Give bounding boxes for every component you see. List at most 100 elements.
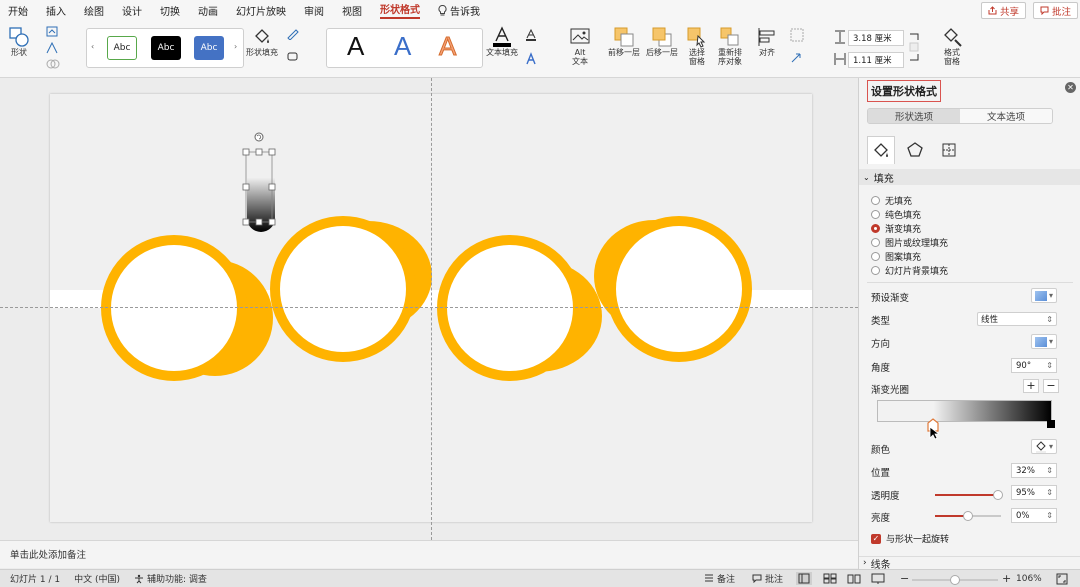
stepper-icon[interactable]: ⇕ — [1046, 361, 1053, 370]
comments-button[interactable]: 批注 — [1033, 2, 1079, 19]
fill-option-background[interactable]: 幻灯片背景填充 — [871, 264, 948, 277]
remove-stop-button[interactable]: − — [1043, 379, 1059, 393]
add-stop-button[interactable]: + — [1023, 379, 1039, 393]
position-input[interactable]: 32% ⇕ — [1011, 463, 1057, 478]
height-input[interactable]: 3.18 厘米 — [848, 30, 904, 46]
vertical-guide[interactable] — [431, 78, 432, 540]
rotate-icon[interactable] — [790, 52, 804, 66]
radio-none[interactable] — [871, 196, 880, 205]
line-section-header[interactable]: › 线条 — [859, 556, 1080, 571]
menu-shape-format[interactable]: 形状格式 — [380, 1, 420, 19]
transparency-slider[interactable] — [935, 490, 1003, 500]
style-abc-black[interactable]: Abc — [151, 36, 181, 60]
bring-forward-button[interactable]: 前移一层 — [608, 26, 640, 57]
brightness-input[interactable]: 0% ⇕ — [1011, 508, 1057, 523]
size-properties-tab[interactable] — [935, 136, 963, 164]
shape-outline-icon[interactable] — [286, 28, 300, 40]
preset-gradient-dropdown[interactable]: ▾ — [1031, 288, 1057, 303]
fill-section-header[interactable]: ⌄ 填充 — [859, 169, 1080, 185]
merge-shapes-icon[interactable] — [46, 58, 60, 70]
fit-slide-icon[interactable] — [1056, 573, 1068, 585]
tab-text-options[interactable]: 文本选项 — [960, 109, 1052, 123]
menu-home[interactable]: 开始 — [8, 3, 28, 18]
fill-line-tab[interactable] — [867, 136, 895, 164]
radio-background[interactable] — [871, 266, 880, 275]
shape-effects-icon[interactable] — [286, 50, 300, 62]
style-abc-outline[interactable]: Abc — [107, 36, 137, 60]
zoom-in-button[interactable]: + — [1002, 572, 1011, 585]
alt-text-button[interactable]: Alt 文本 — [566, 26, 594, 66]
radio-solid[interactable] — [871, 210, 880, 219]
rotate-handle-icon[interactable] — [254, 132, 264, 142]
wordart-blue[interactable]: A — [394, 31, 411, 62]
stepper-icon[interactable]: ⇕ — [1046, 488, 1053, 497]
selection-pane-button[interactable]: 选择 窗格 — [686, 26, 708, 66]
notes-toggle[interactable]: 备注 — [704, 572, 735, 585]
zoom-slider[interactable] — [912, 575, 998, 585]
gradient-stop-end[interactable] — [1046, 419, 1056, 429]
edit-shape-icon[interactable] — [46, 26, 60, 38]
group-icon[interactable] — [790, 28, 804, 42]
gallery-prev-icon[interactable]: ‹ — [91, 42, 94, 51]
fill-option-picture[interactable]: 图片或纹理填充 — [871, 236, 948, 249]
fill-option-gradient[interactable]: 渐变填充 — [871, 222, 921, 235]
stepper-icon[interactable]: ⇕ — [1046, 466, 1053, 475]
notes-pane[interactable]: 单击此处添加备注 — [0, 540, 858, 568]
menu-slideshow[interactable]: 幻灯片放映 — [236, 3, 286, 18]
align-button[interactable]: 对齐 — [756, 26, 778, 57]
share-button[interactable]: 共享 — [981, 2, 1027, 19]
text-fill-button[interactable]: 文本填充 — [486, 26, 518, 57]
menu-animations[interactable]: 动画 — [198, 3, 218, 18]
zoom-level[interactable]: 106% — [1016, 574, 1042, 584]
language-indicator[interactable]: 中文 (中国) — [74, 572, 120, 585]
brightness-slider-knob[interactable] — [963, 511, 973, 521]
zoom-out-button[interactable]: − — [900, 572, 909, 585]
radio-pattern[interactable] — [871, 252, 880, 261]
reading-view-icon[interactable] — [846, 572, 862, 585]
style-abc-blue[interactable]: Abc — [194, 36, 224, 60]
radio-gradient[interactable] — [871, 224, 880, 233]
draw-textbox-icon[interactable] — [46, 42, 60, 54]
stepper-icon[interactable]: ⇕ — [1046, 511, 1053, 520]
reorder-objects-button[interactable]: 重新排 序对象 — [716, 26, 744, 66]
menu-review[interactable]: 审阅 — [304, 3, 324, 18]
menu-insert[interactable]: 插入 — [46, 3, 66, 18]
brightness-slider[interactable] — [935, 511, 1001, 521]
zoom-slider-knob[interactable] — [950, 575, 960, 585]
close-icon[interactable]: ✕ — [1065, 82, 1076, 93]
angle-input[interactable]: 90° ⇕ — [1011, 358, 1057, 373]
fill-option-pattern[interactable]: 图案填充 — [871, 250, 921, 263]
normal-view-icon[interactable] — [796, 572, 812, 585]
checkbox-checked-icon[interactable]: ✓ — [871, 533, 881, 544]
menu-design[interactable]: 设计 — [122, 3, 142, 18]
menu-draw[interactable]: 绘图 — [84, 3, 104, 18]
insert-shape-button[interactable]: 形状 — [8, 26, 30, 57]
horizontal-guide[interactable] — [0, 307, 858, 308]
text-effects-icon[interactable] — [524, 52, 538, 66]
comments-toggle[interactable]: 批注 — [752, 572, 783, 585]
format-pane-button[interactable]: 格式 窗格 — [938, 26, 966, 66]
menu-transitions[interactable]: 切换 — [160, 3, 180, 18]
text-outline-icon[interactable] — [524, 28, 538, 42]
rotate-with-shape-checkbox[interactable]: ✓ 与形状一起旋转 — [871, 532, 949, 545]
gradient-bar[interactable] — [877, 400, 1052, 422]
effects-tab[interactable] — [901, 136, 929, 164]
width-input[interactable]: 1.11 厘米 — [848, 52, 904, 68]
tab-shape-options[interactable]: 形状选项 — [868, 109, 960, 123]
shape-fill-button[interactable]: 形状填充 — [246, 26, 278, 57]
color-dropdown[interactable]: ▾ — [1031, 439, 1057, 454]
transparency-input[interactable]: 95% ⇕ — [1011, 485, 1057, 500]
fill-option-none[interactable]: 无填充 — [871, 194, 912, 207]
type-select[interactable]: 线性 ⇕ — [977, 312, 1057, 326]
radio-picture[interactable] — [871, 238, 880, 247]
accessibility-status[interactable]: 辅助功能: 调查 — [134, 572, 207, 585]
slide-sorter-icon[interactable] — [822, 572, 838, 585]
fill-option-solid[interactable]: 纯色填充 — [871, 208, 921, 221]
crop-icon[interactable] — [908, 32, 920, 62]
tell-me[interactable]: 告诉我 — [438, 3, 480, 18]
slideshow-icon[interactable] — [870, 572, 886, 585]
wordart-black[interactable]: A — [347, 31, 364, 62]
transparency-slider-knob[interactable] — [993, 490, 1003, 500]
slide-canvas[interactable] — [0, 78, 858, 540]
wordart-orange[interactable]: A — [438, 31, 456, 62]
